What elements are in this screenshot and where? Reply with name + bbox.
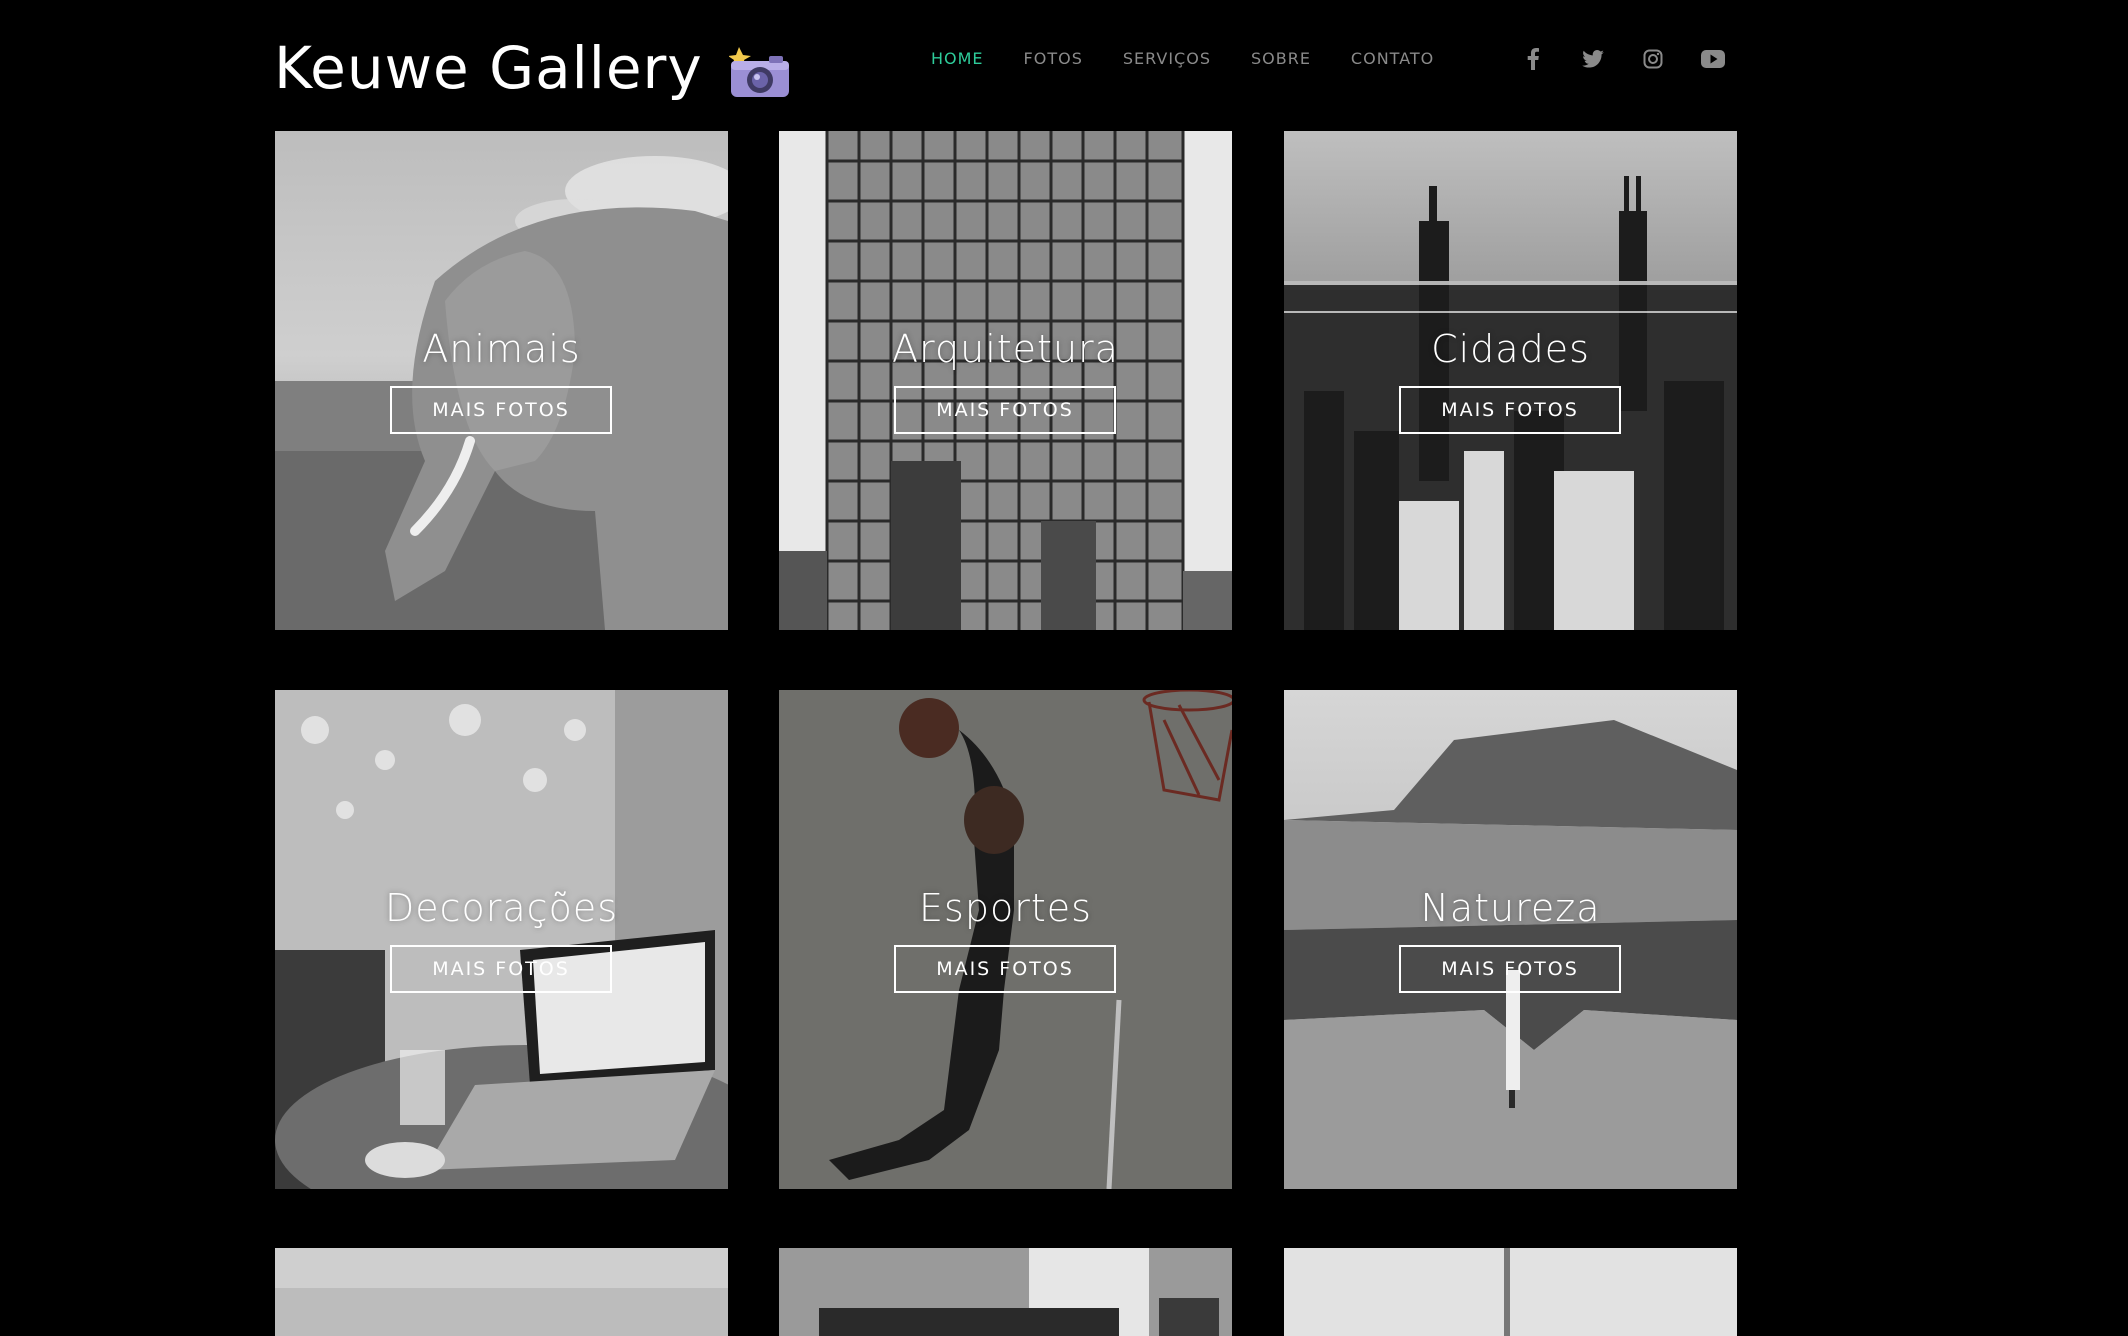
instagram-icon[interactable] xyxy=(1638,44,1668,74)
mais-fotos-button[interactable]: MAIS FOTOS xyxy=(1399,386,1621,434)
nav-contato[interactable]: CONTATO xyxy=(1351,48,1434,70)
skyscraper-photo xyxy=(779,131,1232,630)
gallery-tile-row3-2[interactable] xyxy=(779,1248,1232,1336)
basketball-photo xyxy=(779,690,1232,1189)
facebook-icon[interactable] xyxy=(1518,44,1548,74)
mais-fotos-button[interactable]: MAIS FOTOS xyxy=(894,386,1116,434)
page: Keuwe Gallery HOME FOTOS SERVIÇOS SOBRE … xyxy=(0,0,2128,1336)
twitter-icon[interactable] xyxy=(1578,44,1608,74)
nav-home[interactable]: HOME xyxy=(931,48,984,70)
main-nav: HOME FOTOS SERVIÇOS SOBRE CONTATO xyxy=(931,48,1434,70)
photo-placeholder xyxy=(1284,1248,1737,1336)
gallery-tile-row3-1[interactable] xyxy=(275,1248,728,1336)
gallery-tile-natureza[interactable]: Natureza MAIS FOTOS xyxy=(1284,690,1737,1189)
elephant-photo xyxy=(275,131,728,630)
tile-title: Cidades xyxy=(1431,327,1590,371)
nav-servicos[interactable]: SERVIÇOS xyxy=(1123,48,1211,70)
gallery-tile-cidades[interactable]: Cidades MAIS FOTOS xyxy=(1284,131,1737,630)
nav-sobre[interactable]: SOBRE xyxy=(1251,48,1311,70)
mais-fotos-button[interactable]: MAIS FOTOS xyxy=(894,945,1116,993)
photo-placeholder xyxy=(275,1248,728,1336)
tile-title: Arquitetura xyxy=(892,327,1119,371)
site-title[interactable]: Keuwe Gallery xyxy=(274,28,703,108)
mais-fotos-button[interactable]: MAIS FOTOS xyxy=(390,945,612,993)
mais-fotos-button[interactable]: MAIS FOTOS xyxy=(1399,945,1621,993)
city-skyline-photo xyxy=(1284,131,1737,630)
tile-title: Natureza xyxy=(1420,886,1601,930)
tile-title: Animais xyxy=(422,327,581,371)
gallery-tile-decoracoes[interactable]: Decorações MAIS FOTOS xyxy=(275,690,728,1189)
gallery-tile-animais[interactable]: Animais MAIS FOTOS xyxy=(275,131,728,630)
gallery-tile-row3-3[interactable] xyxy=(1284,1248,1737,1336)
site-header: Keuwe Gallery HOME FOTOS SERVIÇOS SOBRE … xyxy=(0,0,2128,130)
waterfall-cliff-photo xyxy=(1284,690,1737,1189)
mais-fotos-button[interactable]: MAIS FOTOS xyxy=(390,386,612,434)
tile-title: Esportes xyxy=(919,886,1092,930)
gallery-tile-esportes[interactable]: Esportes MAIS FOTOS xyxy=(779,690,1232,1189)
social-bar xyxy=(1518,44,1728,74)
site-logo[interactable]: Keuwe Gallery xyxy=(274,28,791,108)
youtube-icon[interactable] xyxy=(1698,44,1728,74)
tile-title: Decorações xyxy=(384,886,618,930)
nav-fotos[interactable]: FOTOS xyxy=(1024,48,1083,70)
photo-placeholder xyxy=(779,1248,1232,1336)
camera-icon xyxy=(727,45,791,99)
gallery-tile-arquitetura[interactable]: Arquitetura MAIS FOTOS xyxy=(779,131,1232,630)
laptop-table-photo xyxy=(275,690,728,1189)
